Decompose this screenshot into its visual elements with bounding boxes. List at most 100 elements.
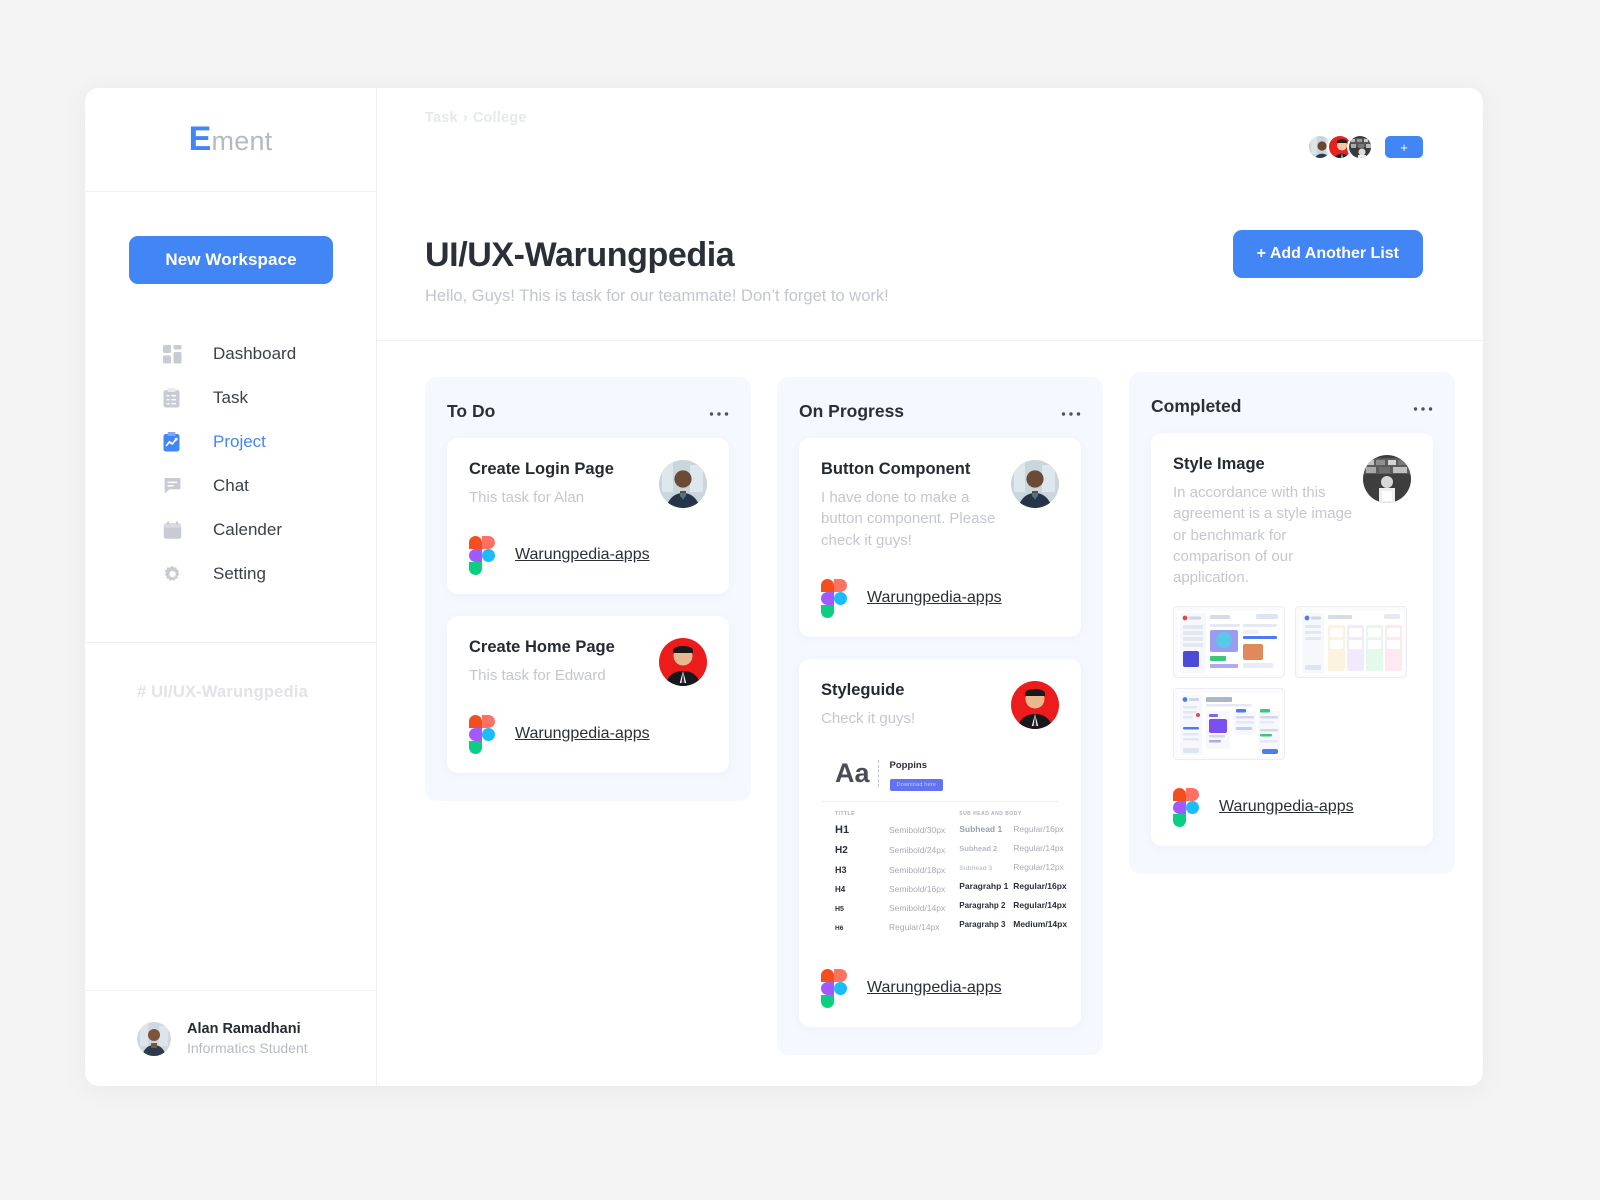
sidebar-item-dashboard[interactable]: Dashboard	[163, 332, 376, 376]
card-footer: Warungpedia-apps	[821, 578, 1059, 618]
add-another-list-button[interactable]: + Add Another List	[1232, 230, 1423, 278]
card-description: Check it guys!	[821, 709, 916, 727]
styleguide-value: Regular/14px	[889, 922, 940, 933]
page-subtitle: Hello, Guys! This is task for our teamma…	[425, 287, 889, 305]
styleguide-value: Regular/12px	[1013, 862, 1064, 873]
column-header: Completed	[1151, 396, 1433, 417]
add-member-button[interactable]: +	[1385, 136, 1423, 158]
styleguide-key: H4	[835, 885, 846, 895]
styleguide-value: Semibold/14px	[889, 903, 946, 914]
avatar	[659, 460, 707, 508]
project-link[interactable]: Warungpedia-apps	[1219, 798, 1354, 816]
font-name: Poppins	[889, 760, 927, 772]
column-menu-icon[interactable]	[709, 406, 729, 417]
chat-bubble-icon	[163, 475, 189, 497]
kanban-board: To Do Create Login Page This task for Al…	[377, 341, 1483, 1086]
styleguide-key: Paragrahp 3	[959, 920, 1006, 930]
avatar	[659, 638, 707, 687]
styleguide-key: Paragrahp 1	[959, 881, 1009, 892]
page-header: UI/UX-Warungpedia Hello, Guys! This is t…	[377, 230, 1483, 341]
download-here-button[interactable]: Download here	[889, 779, 944, 792]
figma-icon	[821, 969, 847, 1009]
styleguide-value: Regular/14px	[1013, 900, 1067, 911]
sidebar-item-chat[interactable]: Chat	[163, 464, 376, 508]
styleguide-value: Semibold/24px	[889, 845, 946, 856]
board-column-completed: Completed Style Image In accordance with…	[1129, 372, 1455, 875]
calendar-icon	[163, 519, 189, 541]
styleguide-value: Medium/14px	[1013, 919, 1068, 930]
avatar	[1011, 680, 1059, 729]
column-menu-icon[interactable]	[1413, 401, 1433, 412]
styleguide-key: H6	[835, 925, 844, 933]
app-logo[interactable]: E ment	[85, 88, 376, 192]
styleguide-key: H5	[835, 906, 844, 914]
card-description: I have done to make a button component. …	[821, 489, 996, 549]
project-link[interactable]: Warungpedia-apps	[867, 979, 1002, 997]
project-link[interactable]: Warungpedia-apps	[515, 725, 650, 743]
card-footer: Warungpedia-apps	[469, 536, 707, 576]
top-bar: Task › College +	[377, 88, 1483, 236]
task-card[interactable]: Create Home Page This task for Edward Wa…	[447, 616, 729, 773]
sidebar-item-calender[interactable]: Calender	[163, 508, 376, 552]
logo-text: ment	[211, 126, 273, 156]
avatar	[1011, 460, 1059, 508]
styleguide-preview-image: Aa Poppins Download here TITTLE H1 Semibo…	[821, 755, 1067, 941]
sidebar: E ment New Workspace Dashboard Task Proj…	[85, 88, 377, 1086]
styleguide-value: Regular/16px	[1013, 881, 1067, 892]
thumbnail-image[interactable]	[1173, 606, 1285, 679]
card-footer: Warungpedia-apps	[469, 714, 707, 754]
thumbnail-image[interactable]	[1295, 606, 1407, 679]
app-window: E ment New Workspace Dashboard Task Proj…	[85, 88, 1483, 1086]
card-description: This task for Edward	[469, 667, 606, 685]
dashboard-icon	[163, 343, 189, 365]
breadcrumb-separator: ›	[462, 110, 468, 126]
font-sample-glyph: Aa	[835, 759, 879, 787]
sidebar-item-task[interactable]: Task	[163, 376, 376, 420]
breadcrumb-root[interactable]: Task	[425, 110, 458, 126]
card-title: Button Component	[821, 460, 971, 478]
column-menu-icon[interactable]	[1061, 406, 1081, 417]
project-link[interactable]: Warungpedia-apps	[515, 546, 650, 564]
sidebar-user-profile[interactable]: Alan Ramadhani Informatics Student	[85, 990, 376, 1086]
sidebar-item-label: Chat	[213, 476, 249, 495]
board-column-on-progress: On Progress Button Component I have done…	[777, 377, 1103, 1056]
task-card[interactable]: Button Component I have done to make a b…	[799, 438, 1081, 637]
project-link[interactable]: Warungpedia-apps	[867, 589, 1002, 607]
style-image-thumbnails	[1173, 606, 1411, 761]
sidebar-item-project[interactable]: Project	[163, 420, 376, 464]
styleguide-value: Regular/14px	[1013, 843, 1064, 854]
styleguide-key: H2	[835, 845, 848, 857]
styleguide-key: Subhead 2	[959, 844, 998, 854]
avatar	[137, 1021, 171, 1056]
column-header: On Progress	[799, 401, 1081, 422]
task-card[interactable]: Style Image In accordance with this agre…	[1151, 433, 1433, 847]
workspace-hashtag[interactable]: # UI/UX-Warungpedia	[85, 643, 376, 702]
sidebar-item-setting[interactable]: Setting	[163, 552, 376, 596]
card-title: Create Home Page	[469, 638, 615, 657]
gear-icon	[163, 563, 189, 585]
thumbnail-image[interactable]	[1173, 688, 1285, 761]
task-card[interactable]: Create Login Page This task for Alan War…	[447, 438, 729, 595]
breadcrumb-current[interactable]: College	[473, 110, 527, 126]
card-description: This task for Alan	[469, 489, 585, 506]
card-title: Styleguide	[821, 680, 905, 699]
styleguide-value: Regular/16px	[1013, 824, 1064, 835]
figma-icon	[469, 714, 495, 754]
profile-name: Alan Ramadhani	[187, 1021, 301, 1037]
figma-icon	[469, 536, 495, 576]
sidebar-item-label: Dashboard	[213, 344, 297, 363]
figma-icon	[1173, 788, 1199, 828]
new-workspace-button[interactable]: New Workspace	[129, 236, 333, 284]
board-column-todo: To Do Create Login Page This task for Al…	[425, 377, 751, 801]
logo-accent-letter: E	[188, 120, 212, 158]
styleguide-key: Subhead 3	[959, 865, 993, 873]
card-footer: Warungpedia-apps	[821, 969, 1059, 1009]
task-card[interactable]: Styleguide Check it guys! Aa Poppins Dow…	[799, 658, 1081, 1028]
member-avatar-group: +	[1307, 134, 1423, 160]
sidebar-item-label: Task	[213, 388, 248, 407]
avatar[interactable]	[1347, 134, 1373, 160]
styleguide-left-header: TITTLE	[835, 811, 855, 818]
sidebar-item-label: Project	[213, 432, 266, 451]
sidebar-item-label: Calender	[213, 520, 282, 539]
